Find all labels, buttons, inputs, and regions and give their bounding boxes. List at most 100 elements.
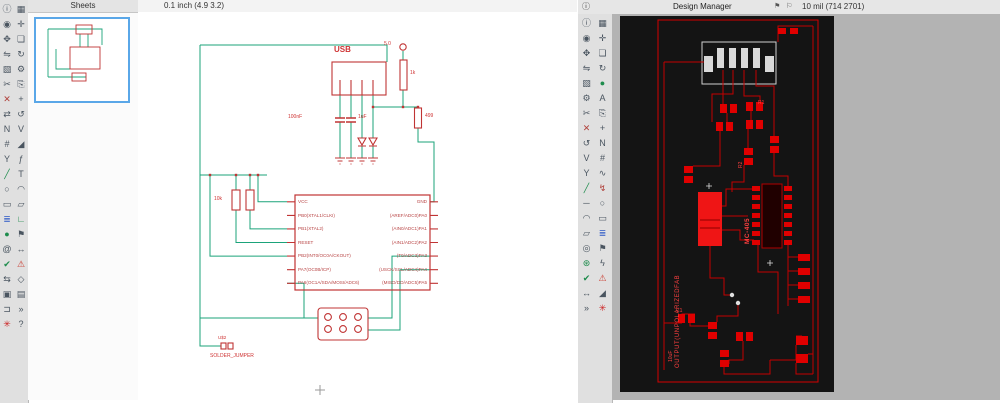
grid-icon[interactable]: ▦ bbox=[15, 3, 27, 15]
copy-icon[interactable]: ❏ bbox=[15, 33, 27, 45]
drc-icon[interactable]: ✔ bbox=[581, 272, 593, 284]
add-icon[interactable]: + bbox=[15, 93, 27, 105]
replace-icon[interactable]: ↺ bbox=[581, 137, 593, 149]
rect-icon[interactable]: ▭ bbox=[1, 198, 13, 210]
dimension-icon[interactable]: ↔ bbox=[15, 243, 27, 255]
change-icon[interactable]: ⚙ bbox=[15, 63, 27, 75]
split-icon[interactable]: Y bbox=[581, 167, 593, 179]
grid-icon[interactable]: ▦ bbox=[597, 17, 609, 29]
errors-icon[interactable]: ⚠ bbox=[15, 258, 27, 270]
bus-icon[interactable]: ≣ bbox=[1, 213, 13, 225]
rotate-icon[interactable]: ↻ bbox=[15, 48, 27, 60]
mirror-icon[interactable]: ⇋ bbox=[1, 48, 13, 60]
route-icon[interactable]: ╱ bbox=[581, 182, 593, 194]
circle-icon[interactable]: ○ bbox=[597, 197, 609, 209]
help-icon[interactable]: ? bbox=[15, 318, 27, 330]
polygon-icon[interactable]: ▱ bbox=[581, 227, 593, 239]
split-icon[interactable]: Y bbox=[1, 153, 13, 165]
junction-icon[interactable]: ● bbox=[1, 228, 13, 240]
gnd-symbol bbox=[357, 157, 367, 165]
rotate-icon[interactable]: ↻ bbox=[597, 62, 609, 74]
arc-icon[interactable]: ◠ bbox=[581, 212, 593, 224]
label-icon[interactable]: ⚑ bbox=[15, 228, 27, 240]
invoke-icon[interactable]: ƒ bbox=[15, 153, 27, 165]
pin-icon[interactable]: ⚑ bbox=[774, 0, 780, 14]
pinswap-icon[interactable]: ⇄ bbox=[1, 108, 13, 120]
cut-icon[interactable]: ✂ bbox=[1, 78, 13, 90]
polygon-icon[interactable]: ▱ bbox=[15, 198, 27, 210]
text-icon[interactable]: A bbox=[597, 92, 609, 104]
script-icon[interactable]: » bbox=[581, 302, 593, 314]
stop-icon[interactable]: ✳ bbox=[1, 318, 13, 330]
rect-icon[interactable]: ▭ bbox=[597, 212, 609, 224]
erc-icon[interactable]: ✔ bbox=[1, 258, 13, 270]
via-icon[interactable]: ● bbox=[597, 77, 609, 89]
markers-icon[interactable]: ◇ bbox=[15, 273, 27, 285]
paste-icon[interactable]: ⎘ bbox=[597, 107, 609, 119]
hole-icon[interactable]: ◎ bbox=[581, 242, 593, 254]
mirror-icon[interactable]: ⇋ bbox=[581, 62, 593, 74]
script-icon[interactable]: » bbox=[15, 303, 27, 315]
auto-icon[interactable]: ϟ bbox=[597, 257, 609, 269]
schematic-canvas[interactable]: USB 5.0 1k 499 100nF 1uF 10k U$2 SOLDER_… bbox=[138, 12, 577, 400]
net-icon[interactable]: ∟ bbox=[15, 213, 27, 225]
attribute-icon[interactable]: @ bbox=[1, 243, 13, 255]
delete-icon[interactable]: ✕ bbox=[1, 93, 13, 105]
value-icon[interactable]: V bbox=[581, 152, 593, 164]
change-icon[interactable]: ⚙ bbox=[581, 92, 593, 104]
part-ref-label: C1 bbox=[676, 308, 683, 314]
replace-icon[interactable]: ↺ bbox=[15, 108, 27, 120]
copy-icon[interactable]: ❏ bbox=[597, 47, 609, 59]
display-icon[interactable]: ◉ bbox=[581, 32, 593, 44]
mark-icon[interactable]: ✛ bbox=[597, 32, 609, 44]
ic-pin-label: (AIN1/ADC2)PA2 bbox=[391, 239, 427, 245]
board-header-title: Design Manager bbox=[673, 2, 732, 11]
capacitor-value-label: 100nF bbox=[288, 114, 303, 120]
optimize-icon[interactable]: ∿ bbox=[597, 167, 609, 179]
ic-pin-label: (MISO/DO/ADC5)PA5 bbox=[382, 280, 427, 286]
display-icon[interactable]: ◉ bbox=[1, 18, 13, 30]
origin-crosshair bbox=[315, 385, 325, 395]
label-icon[interactable]: ⚑ bbox=[597, 242, 609, 254]
frame-icon[interactable]: ▣ bbox=[1, 288, 13, 300]
miter-icon[interactable]: ◢ bbox=[597, 287, 609, 299]
mark-icon[interactable]: ✛ bbox=[15, 18, 27, 30]
text-icon[interactable]: T bbox=[15, 168, 27, 180]
info-icon[interactable]: ⓘ bbox=[582, 0, 590, 14]
smash-icon[interactable]: # bbox=[1, 138, 13, 150]
paste-icon[interactable]: ⎘ bbox=[15, 78, 27, 90]
pin-icon[interactable]: ⚐ bbox=[786, 0, 792, 14]
sheet-thumbnail[interactable] bbox=[34, 17, 130, 103]
port-icon[interactable]: ⊐ bbox=[1, 303, 13, 315]
cut-icon[interactable]: ✂ bbox=[581, 107, 593, 119]
delete-icon[interactable]: ✕ bbox=[581, 122, 593, 134]
stop-icon[interactable]: ✳ bbox=[597, 302, 609, 314]
move-icon[interactable]: ✥ bbox=[581, 47, 593, 59]
usb-connector-outline bbox=[701, 41, 777, 85]
arc-icon[interactable]: ◠ bbox=[15, 183, 27, 195]
info-icon[interactable]: ⓘ bbox=[581, 17, 593, 29]
signal-icon[interactable]: ≣ bbox=[597, 227, 609, 239]
board-viewport[interactable]: MC-405 OUTPUT(UNPOLARIZEDFAB R1 R2 C1 10… bbox=[620, 16, 834, 392]
circle-icon[interactable]: ○ bbox=[1, 183, 13, 195]
miter-icon[interactable]: ◢ bbox=[15, 138, 27, 150]
errors-icon[interactable]: ⚠ bbox=[597, 272, 609, 284]
module-icon[interactable]: ▤ bbox=[15, 288, 27, 300]
move-icon[interactable]: ✥ bbox=[1, 33, 13, 45]
ratsnest-icon[interactable]: ⊛ bbox=[581, 257, 593, 269]
group-icon[interactable]: ▧ bbox=[1, 63, 13, 75]
gateswap-icon[interactable]: ⇆ bbox=[1, 273, 13, 285]
dimension-icon[interactable]: ↔ bbox=[581, 287, 593, 299]
wire-icon[interactable]: ─ bbox=[581, 197, 593, 209]
name-icon[interactable]: N bbox=[597, 137, 609, 149]
info-icon[interactable]: ⓘ bbox=[1, 3, 13, 15]
wire-icon[interactable]: ╱ bbox=[1, 168, 13, 180]
ripup-icon[interactable]: ↯ bbox=[597, 182, 609, 194]
value-icon[interactable]: V bbox=[15, 123, 27, 135]
smash-icon[interactable]: # bbox=[597, 152, 609, 164]
board-canvas[interactable]: MC-405 OUTPUT(UNPOLARIZEDFAB R1 R2 C1 10… bbox=[612, 14, 1000, 400]
add-icon[interactable]: + bbox=[597, 122, 609, 134]
group-icon[interactable]: ▧ bbox=[581, 77, 593, 89]
name-icon[interactable]: N bbox=[1, 123, 13, 135]
capacitor-symbol bbox=[335, 117, 356, 123]
